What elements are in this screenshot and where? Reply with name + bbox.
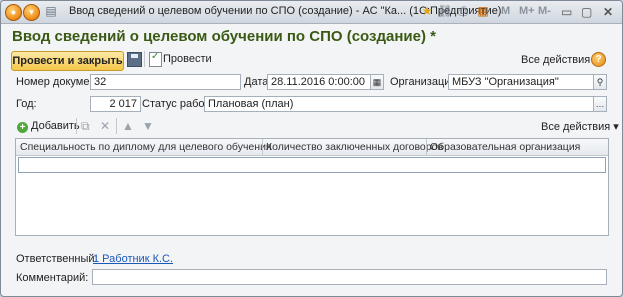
form-title: Ввод сведений о целевом обучении по СПО … [12, 28, 436, 45]
targeted-training-table[interactable]: Специальность по диплому для целевого об… [15, 138, 609, 236]
toolbar-divider [76, 118, 77, 134]
comment-field[interactable] [92, 269, 607, 285]
calendar-picker-icon[interactable]: ▦ [370, 74, 384, 90]
delete-icon[interactable]: ✕ [100, 119, 110, 133]
add-row-button[interactable]: + Добавить [17, 120, 80, 133]
add-icon: + [17, 122, 28, 133]
column-header-specialty[interactable]: Специальность по диплому для целевого об… [20, 141, 272, 153]
organization-field[interactable]: МБУЗ "Организация" [448, 74, 595, 90]
column-header-contracts[interactable]: Количество заключенных договоров [266, 141, 443, 153]
toolbar-divider [116, 118, 117, 134]
print-icon[interactable]: ⎙ [455, 4, 471, 19]
doc-number-field[interactable]: 32 [90, 74, 241, 90]
search-icon[interactable]: ⚲ [593, 74, 607, 90]
help-icon[interactable]: ? [591, 52, 606, 67]
all-actions-label: Все действия [521, 54, 591, 66]
add-row-label: Добавить [31, 120, 80, 132]
column-divider [262, 139, 263, 155]
comment-label: Комментарий: [16, 272, 89, 284]
toolbar-divider [144, 51, 145, 67]
table-all-actions-menu[interactable]: Все действия ▾ [541, 120, 619, 133]
year-label: Год: [16, 98, 37, 110]
save-icon[interactable] [127, 52, 142, 67]
post-button[interactable]: Провести [163, 53, 212, 65]
close-icon[interactable]: ✕ [603, 5, 613, 19]
table-all-actions-label: Все действия [541, 121, 611, 133]
year-field[interactable]: 2 017 [90, 96, 141, 112]
memory-m-button[interactable]: M [501, 5, 510, 17]
move-up-icon[interactable]: ▲ [122, 119, 134, 133]
all-actions-menu[interactable]: Все действия ▾ [521, 53, 599, 66]
restore-icon[interactable]: ▢ [581, 5, 592, 19]
column-divider [426, 139, 427, 155]
move-down-icon[interactable]: ▼ [142, 119, 154, 133]
document-icon: ▤ [45, 4, 57, 18]
table-header: Специальность по диплому для целевого об… [16, 139, 608, 156]
table-row[interactable] [18, 157, 606, 173]
title-bar: ● ▾ ▤ Ввод сведений о целевом обучении п… [1, 1, 622, 24]
chevron-down-icon[interactable]: ▾ [23, 4, 40, 21]
copy-icon[interactable]: ⧉ [81, 119, 90, 134]
select-ellipsis-icon[interactable]: … [593, 96, 607, 112]
app-menu-icon[interactable]: ● [5, 4, 22, 21]
link-icon[interactable]: ⛓ [437, 4, 453, 19]
document-window: ● ▾ ▤ Ввод сведений о целевом обучении п… [0, 0, 623, 297]
favorite-star-icon[interactable]: ★ [419, 4, 435, 19]
responsible-link[interactable]: 1 Работник К.С. [93, 253, 173, 265]
dropdown-arrow-icon: ▾ [613, 121, 619, 133]
responsible-label: Ответственный: [16, 253, 98, 265]
calendar-icon[interactable]: ▦ [475, 4, 491, 19]
date-field[interactable]: 28.11.2016 0:00:00 [267, 74, 371, 90]
memory-minus-button[interactable]: M- [538, 5, 551, 17]
memory-plus-button[interactable]: M+ [519, 5, 535, 17]
column-header-institution[interactable]: Образовательная организация [430, 141, 580, 153]
post-document-icon[interactable] [149, 51, 162, 67]
minimize-icon[interactable]: ▭ [561, 5, 572, 19]
status-field[interactable]: Плановая (план) [204, 96, 595, 112]
post-and-close-button[interactable]: Провести и закрыть [11, 51, 124, 71]
